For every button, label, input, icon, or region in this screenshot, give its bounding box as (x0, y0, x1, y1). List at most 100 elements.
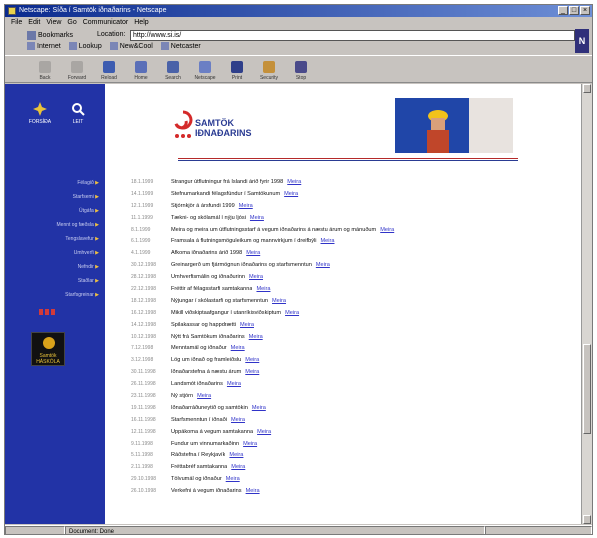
print-button[interactable]: Print (223, 56, 251, 82)
samtok-logo[interactable]: SAMTÖK IÐNAÐARINS (173, 108, 293, 152)
news-date: 9.11.1998 (131, 440, 153, 447)
news-more-link[interactable]: Meira (246, 250, 260, 256)
news-more-link[interactable]: Meira (239, 203, 253, 209)
page-viewport: FORSÍÐA LEIT Félagið Starfsemi Útgáfa Me… (5, 84, 583, 524)
news-row: 26.11.1998 Landsmót iðnaðarins Meira (131, 378, 571, 390)
menu-go[interactable]: Go (67, 17, 76, 28)
news-headline: Fundur um vinnumarkaðinn (171, 440, 240, 447)
sidebar-item-tengslavefur[interactable]: Tengslavefur (13, 232, 99, 246)
back-button[interactable]: Back (31, 56, 59, 82)
news-row: 7.12.1998 Menntamál og iðnaður Meira (131, 342, 571, 354)
sidebar-item-nefndir[interactable]: Nefndir (13, 260, 99, 274)
news-more-link[interactable]: Meira (249, 334, 263, 340)
sidebar-home-link[interactable]: FORSÍÐA (25, 102, 55, 125)
news-more-link[interactable]: Meira (257, 429, 271, 435)
security-button[interactable]: Security (255, 56, 283, 82)
personal-toolbar: Internet Lookup New&Cool Netcaster (27, 42, 201, 50)
news-headline: Lög um iðnað og framleiðslu (171, 357, 242, 364)
menu-view[interactable]: View (46, 17, 61, 28)
news-date: 19.11.1998 (131, 404, 156, 411)
menu-communicator[interactable]: Communicator (83, 17, 129, 28)
title-bar: Netscape: Síða í Samtök iðnaðarins - Net… (5, 5, 592, 17)
scroll-down-button[interactable] (583, 515, 591, 524)
haskola-badge[interactable]: Samtök HÁSKÓLA (31, 332, 65, 366)
news-date: 3.12.1998 (131, 357, 154, 364)
menu-edit[interactable]: Edit (28, 17, 40, 28)
menu-bar: File Edit View Go Communicator Help (5, 17, 592, 28)
personal-newcool[interactable]: New&Cool (109, 42, 153, 50)
maximize-button[interactable]: □ (569, 6, 579, 15)
search-button[interactable]: Search (159, 56, 187, 82)
news-date: 14.1.1999 (131, 190, 154, 197)
news-more-link[interactable]: Meira (240, 322, 254, 328)
netscape-button[interactable]: Netscape (191, 56, 219, 82)
news-more-link[interactable]: Meira (246, 488, 260, 494)
sidebar-item-mennt[interactable]: Mennt og fæðsla (13, 218, 99, 232)
news-headline: Menntamál og iðnaður (171, 345, 227, 352)
news-row: 14.1.1999 Stefnumarkandi félagsfúndur í S… (131, 188, 571, 200)
news-more-link[interactable]: Meira (231, 345, 245, 351)
sidebar-item-utgafa[interactable]: Útgáfa (13, 204, 99, 218)
sidebar-item-stadlar[interactable]: Staðlar (13, 274, 99, 288)
news-more-link[interactable]: Meira (249, 274, 263, 280)
search-icon (167, 61, 179, 73)
bookmarks-button[interactable]: Bookmarks (27, 30, 73, 40)
home-button[interactable]: Home (127, 56, 155, 82)
header-divider (178, 158, 518, 159)
close-button[interactable]: × (580, 6, 590, 15)
swirl-logo-icon (174, 110, 193, 138)
news-date: 30.12.1998 (131, 262, 157, 269)
news-more-link[interactable]: Meira (256, 286, 270, 292)
news-more-link[interactable]: Meira (316, 262, 330, 268)
sidebar-item-felagid[interactable]: Félagið (13, 176, 99, 190)
news-more-link[interactable]: Meira (380, 227, 394, 233)
status-security-cell (5, 526, 65, 534)
menu-file[interactable]: File (11, 17, 22, 28)
personal-lookup[interactable]: Lookup (68, 42, 102, 50)
news-more-link[interactable]: Meira (287, 179, 301, 185)
news-more-link[interactable]: Meira (250, 215, 264, 221)
news-more-link[interactable]: Meira (285, 310, 299, 316)
news-more-link[interactable]: Meira (231, 417, 245, 423)
reload-button[interactable]: Reload (95, 56, 123, 82)
news-list: 18.1.1999 Strangur útflutningur frá Íslan… (131, 176, 571, 497)
news-more-link[interactable]: Meira (231, 464, 245, 470)
news-more-link[interactable]: Meira (321, 238, 335, 244)
sidebar-search-link[interactable]: LEIT (63, 102, 93, 125)
sidebar-item-starfsgreinar[interactable]: Starfsgreinar (13, 288, 99, 302)
link-icon (109, 42, 118, 50)
scroll-thumb[interactable] (583, 344, 591, 434)
news-headline: Greinargerð um fjármögnun iðnaðarins og … (171, 262, 312, 269)
news-more-link[interactable]: Meira (284, 191, 298, 197)
news-more-link[interactable]: Meira (245, 369, 259, 375)
forward-button[interactable]: Forward (63, 56, 91, 82)
news-more-link[interactable]: Meira (197, 393, 211, 399)
news-more-link[interactable]: Meira (245, 357, 259, 363)
news-headline: Iðnaðarráðuneytið og samtökin (171, 404, 248, 411)
home-icon (135, 61, 147, 73)
news-more-link[interactable]: Meira (229, 452, 243, 458)
news-more-link[interactable]: Meira (252, 405, 266, 411)
scroll-up-button[interactable] (583, 84, 591, 93)
news-row: 18.1.1999 Strangur útflutningur frá Íslan… (131, 176, 571, 188)
news-more-link[interactable]: Meira (272, 298, 286, 304)
news-row: 9.11.1998 Fundur um vinnumarkaðinn Meira (131, 438, 571, 450)
menu-help[interactable]: Help (134, 17, 148, 28)
stop-button[interactable]: Stop (287, 56, 315, 82)
news-more-link[interactable]: Meira (243, 441, 257, 447)
personal-internet[interactable]: Internet (27, 42, 61, 50)
forward-icon (71, 61, 83, 73)
news-row: 11.1.1999 Tækni- og skólamál í nýju ljósi… (131, 212, 571, 224)
location-field[interactable]: http://www.si.is/ (130, 30, 575, 41)
personal-netcaster[interactable]: Netcaster (160, 42, 201, 50)
link-icon (160, 42, 169, 50)
worker-photo-icon (427, 110, 449, 153)
lock-icon (263, 61, 275, 73)
minimize-button[interactable]: _ (558, 6, 568, 15)
status-text: Document: Done (65, 526, 485, 534)
sidebar-item-starfsemi[interactable]: Starfsemi (13, 190, 99, 204)
sidebar-item-umhverfi[interactable]: Umhverfi (13, 246, 99, 260)
news-more-link[interactable]: Meira (227, 381, 241, 387)
news-more-link[interactable]: Meira (226, 476, 240, 482)
vertical-scrollbar[interactable] (581, 84, 592, 524)
